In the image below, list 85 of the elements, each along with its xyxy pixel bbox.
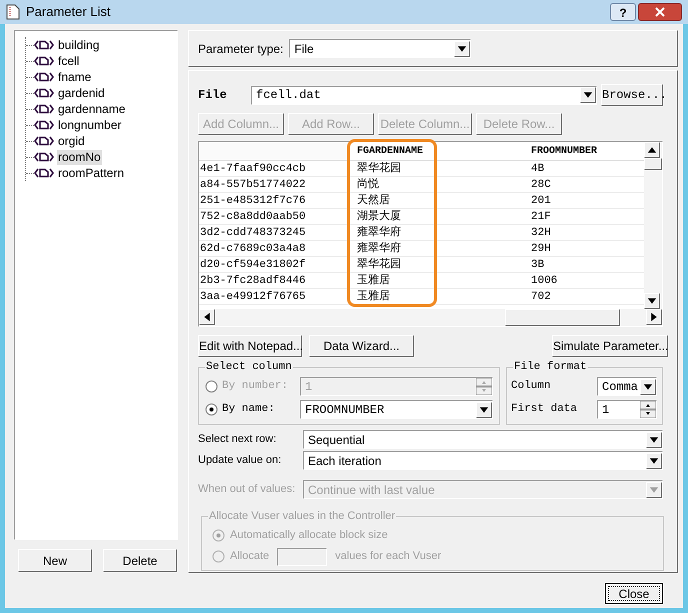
scroll-thumb[interactable] <box>644 158 662 170</box>
parameter-icon <box>34 120 54 130</box>
parameter-icon <box>34 40 54 50</box>
table-cell-text: 62d-c7689c03a4a8 <box>199 242 307 256</box>
scroll-right-icon[interactable] <box>646 309 662 325</box>
help-button[interactable]: ? <box>610 3 636 21</box>
parameter-type-label: Parameter type: <box>198 40 284 58</box>
radio-label[interactable]: By name: <box>222 401 300 418</box>
table-cell-text: 雍翠华府 <box>356 241 402 256</box>
scroll-up-icon[interactable] <box>644 142 660 158</box>
table-cell-text: 702 <box>530 290 552 304</box>
vertical-scrollbar[interactable] <box>644 142 662 309</box>
table-cell-text: 翠华花园 <box>356 161 402 176</box>
table-cell-text: 4e1-7faaf90cc4cb <box>199 162 307 176</box>
table-cell-text: 1006 <box>530 274 558 288</box>
table-cell-text: 湖景大厦 <box>356 209 402 224</box>
setting-label: Update value on: <box>198 453 282 468</box>
table-cell-text: 752-c8a8dd0aab50 <box>199 210 307 224</box>
first-data-spinner[interactable]: 1 <box>597 400 657 419</box>
parameter-icon <box>34 88 54 98</box>
scroll-down-icon[interactable] <box>644 293 660 309</box>
tree-item[interactable]: building <box>57 38 100 52</box>
table-cell-text: 251-e485312f7c76 <box>199 194 307 208</box>
column-header[interactable]: FROOMNUMBER <box>529 142 629 160</box>
new-button[interactable]: New <box>18 549 92 572</box>
table-cell-text: a84-557b51774022 <box>199 178 307 192</box>
scroll-thumb[interactable] <box>505 309 620 326</box>
setting-dropdown[interactable]: Each iteration <box>303 451 663 470</box>
close-button[interactable] <box>638 3 682 21</box>
delete-button[interactable]: Delete <box>103 549 177 572</box>
parameter-type-dropdown[interactable]: File <box>289 39 472 58</box>
table-cell-text: 4B <box>530 162 546 176</box>
table-cell-text: 32H <box>530 226 552 240</box>
simulate-button[interactable]: Simulate Parameter... <box>552 335 668 357</box>
table-cell-text: 3d2-cdd748373245 <box>199 226 307 240</box>
column-delimiter-dropdown[interactable]: Comma <box>597 377 657 396</box>
table-cell-text: 天然居 <box>356 193 391 208</box>
file-label: File <box>198 87 228 104</box>
column-header[interactable]: FGARDENNAME <box>349 142 529 160</box>
tree-item[interactable]: roomPattern <box>57 166 126 180</box>
parameter-icon <box>34 152 54 162</box>
close-dialog-button[interactable]: Close <box>605 583 663 604</box>
table-cell-text: 29H <box>530 242 552 256</box>
tree-item[interactable]: gardenname <box>57 102 126 116</box>
tree-item[interactable]: orgid <box>57 134 86 148</box>
table-cell-text: 玉雅居 <box>356 289 391 304</box>
parameter-icon <box>34 56 54 66</box>
table-cell-text: 21F <box>530 210 552 224</box>
table-cell-text: 3B <box>530 258 546 272</box>
document-icon <box>6 4 20 20</box>
setting-label: Select next row: <box>198 432 278 448</box>
table-cell-text: 尚悦 <box>356 177 380 192</box>
setting-dropdown[interactable]: Sequential <box>303 430 663 449</box>
table-cell-text: 28C <box>530 178 552 192</box>
browse-button[interactable]: Browse... <box>601 84 663 106</box>
spinner-arrows-icon[interactable] <box>640 401 656 418</box>
table-cell-text: d20-cf594e31802f <box>199 258 307 272</box>
column-name-dropdown[interactable]: FROOMNUMBER <box>300 400 493 419</box>
path-dropdown[interactable]: fcell.dat <box>251 86 597 104</box>
scroll-left-icon[interactable] <box>199 309 215 325</box>
tree-item[interactable]: fname <box>57 70 92 84</box>
first-data-label: First data <box>511 402 578 418</box>
tree-item[interactable]: fcell <box>57 54 80 68</box>
table-cell-text: 玉雅居 <box>356 273 391 288</box>
window-title: Parameter List <box>26 3 112 22</box>
parameter-icon <box>34 104 54 114</box>
column-label: Column <box>511 379 552 394</box>
table-cell-text: 201 <box>530 194 552 208</box>
tree-item[interactable]: longnumber <box>57 118 122 132</box>
data-wizard-button[interactable]: Data Wizard... <box>309 335 414 357</box>
parameter-icon <box>34 168 54 178</box>
table-cell-text: 翠华花园 <box>356 257 402 272</box>
horizontal-scrollbar[interactable] <box>199 309 662 326</box>
parameter-icon <box>34 72 54 82</box>
radio-button[interactable] <box>205 403 218 416</box>
table-cell-text: 2b3-7fc28adf8446 <box>199 274 307 288</box>
tree-item[interactable]: roomNo <box>57 150 102 164</box>
table-cell-text: 3aa-e49912f76765 <box>199 290 307 304</box>
tree-item[interactable]: gardenid <box>57 86 106 100</box>
table-cell-text: 雍翠华府 <box>356 225 402 240</box>
parameter-icon <box>34 136 54 146</box>
close-icon <box>655 7 665 17</box>
edit-notepad-button[interactable]: Edit with Notepad... <box>198 335 302 357</box>
setting-label: When out of values: <box>198 482 296 498</box>
count-suffix: values for each Vuser <box>335 549 442 564</box>
